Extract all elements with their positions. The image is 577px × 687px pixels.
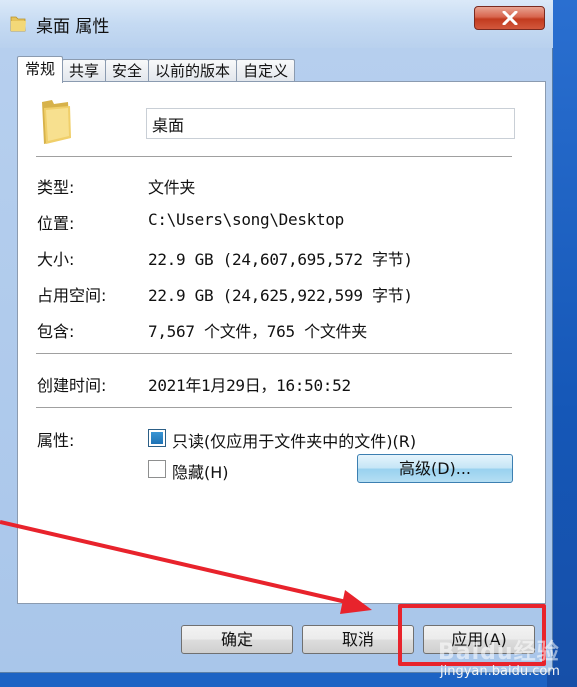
readonly-label[interactable]: 只读(仅应用于文件夹中的文件)(R): [172, 428, 416, 452]
created-label: 创建时间:: [37, 376, 107, 395]
attributes-label: 属性:: [37, 431, 75, 450]
contains-value: 7,567 个文件，765 个文件夹: [148, 322, 367, 341]
size-value: 22.9 GB (24,607,695,572 字节): [148, 250, 413, 269]
general-panel: 桌面 类型: 文件夹 位置: C:\Users\song\Desktop 大小:…: [17, 81, 546, 604]
divider: [36, 353, 512, 354]
tab-customize[interactable]: 自定义: [236, 59, 296, 82]
contains-label: 包含:: [37, 322, 75, 341]
watermark-url: jingyan.baidu.com: [440, 664, 560, 679]
type-label: 类型:: [37, 178, 75, 197]
location-label: 位置:: [37, 214, 75, 233]
close-icon: [502, 11, 517, 25]
divider: [36, 407, 512, 408]
type-value: 文件夹: [148, 178, 196, 197]
properties-dialog: 桌面 属性 常规 共享 安全 以前的版本 自定义 桌面 类型: 文件夹 位置: …: [0, 0, 553, 673]
title-bar[interactable]: 桌面 属性: [0, 0, 553, 48]
tab-security[interactable]: 安全: [105, 59, 150, 82]
location-value: C:\Users\song\Desktop: [148, 210, 344, 229]
tab-general[interactable]: 常规: [17, 56, 64, 83]
folder-icon: [42, 100, 71, 144]
window-title: 桌面 属性: [36, 17, 110, 37]
advanced-button[interactable]: 高级(D)...: [357, 454, 513, 483]
size-on-disk-value: 22.9 GB (24,625,922,599 字节): [148, 286, 413, 305]
readonly-checkbox[interactable]: [148, 429, 166, 447]
tab-previous-versions[interactable]: 以前的版本: [148, 59, 238, 82]
ok-button[interactable]: 确定: [181, 625, 293, 654]
size-on-disk-label: 占用空间:: [37, 286, 107, 305]
size-label: 大小:: [37, 250, 75, 269]
divider: [36, 156, 512, 157]
folder-name-field[interactable]: 桌面: [146, 108, 515, 139]
created-value: 2021年1月29日，16:50:52: [148, 376, 351, 395]
watermark-logo: Baidu经验: [438, 640, 560, 665]
close-button[interactable]: [474, 6, 545, 30]
hidden-label[interactable]: 隐藏(H): [172, 459, 229, 483]
hidden-checkbox[interactable]: [148, 460, 166, 478]
folder-icon: [10, 16, 26, 32]
tab-strip: 常规 共享 安全 以前的版本 自定义: [17, 56, 296, 83]
tab-sharing[interactable]: 共享: [62, 59, 107, 82]
